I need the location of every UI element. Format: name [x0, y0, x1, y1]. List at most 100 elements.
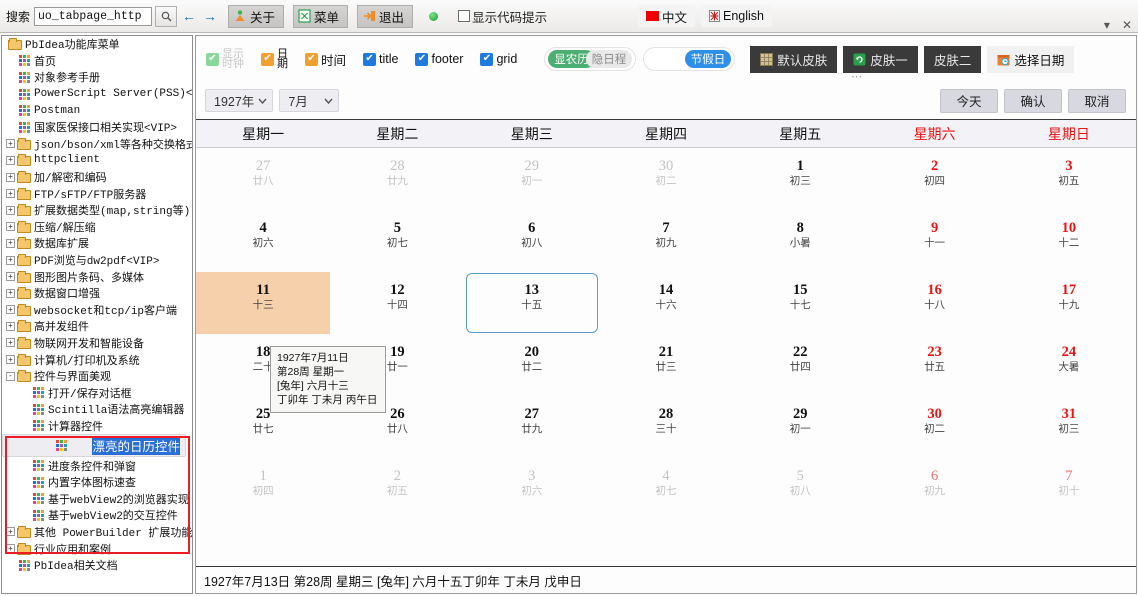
calendar-day[interactable]: 27 廿八	[196, 148, 330, 210]
tree-node[interactable]: + websocket和tcp/ip客户端	[2, 302, 192, 319]
tree-node[interactable]: ⌐Scintilla语法高亮编辑器	[2, 401, 192, 418]
expand-icon[interactable]: +	[6, 272, 15, 282]
expand-icon[interactable]: +	[6, 355, 15, 365]
tree-node[interactable]: ⌐对象参考手册	[2, 69, 192, 86]
tree-node[interactable]: + 图形图片条码、多媒体	[2, 268, 192, 285]
tree-node[interactable]: + 物联网开发和智能设备	[2, 335, 192, 352]
calendar-day[interactable]: 12 十四	[330, 272, 464, 334]
calendar-day[interactable]: 5 初八	[733, 458, 867, 520]
year-select[interactable]: 1927年	[205, 89, 274, 112]
calendar-day[interactable]: 1 初四	[196, 458, 330, 520]
tree-node[interactable]: + 计算机/打印机及系统	[2, 351, 192, 368]
lang-english-button[interactable]: English	[701, 5, 773, 27]
expand-icon[interactable]: +	[6, 222, 15, 232]
calendar-day[interactable]: 16 十八	[867, 272, 1001, 334]
tree-node[interactable]: + PDF浏览与dw2pdf<VIP>	[2, 252, 192, 269]
calendar-day-selected[interactable]: 11 十三	[196, 272, 331, 334]
tree-node[interactable]: + 其他 PowerBuilder 扩展功能	[2, 524, 192, 541]
calendar-day[interactable]: 29 初一	[465, 148, 599, 210]
expand-icon[interactable]: +	[6, 139, 15, 149]
skin-button-3[interactable]: 皮肤二	[923, 45, 982, 73]
tree-node[interactable]: + 数据库扩展	[2, 235, 192, 252]
calendar-day[interactable]: 24 大暑	[1002, 334, 1136, 396]
calendar-day[interactable]: 28 三十	[599, 396, 733, 458]
tree-node[interactable]: + 加/解密和编码	[2, 169, 192, 186]
back-arrow-icon[interactable]: ←	[180, 6, 198, 27]
tree-node[interactable]: ⌐PowerScript Server(PSS)<VIP>	[2, 86, 192, 103]
forward-arrow-icon[interactable]: →	[201, 6, 219, 27]
option-checkbox-2[interactable]: ✔ 日期	[261, 49, 288, 70]
skin-button-2[interactable]: 皮肤一	[843, 45, 918, 73]
tree-node[interactable]: + json/bson/xml等各种交换格式	[2, 136, 192, 153]
calendar-day[interactable]: 28 廿九	[330, 148, 464, 210]
skin-button-1[interactable]: 默认皮肤	[750, 45, 838, 73]
minimize-icon[interactable]: ▾	[1104, 18, 1110, 32]
calendar-day[interactable]: 7 初九	[599, 210, 733, 272]
skin-button-4[interactable]: 选择日期	[987, 45, 1075, 73]
calendar-day-grid[interactable]: 27 廿八 28 廿九 29 初一 30 初二 1 初三 2 初四 3 初五 4 初六 5 初七 6 初八 7 初九 8 小暑…	[196, 148, 1136, 520]
tree-node[interactable]: ⌐国家医保接口相关实现<VIP>	[2, 119, 192, 136]
option-checkbox-3[interactable]: ✔ 时间	[305, 50, 346, 69]
tree-node[interactable]: ⌐基于webView2的浏览器实现	[2, 490, 192, 507]
tree-node[interactable]: + 压缩/解压缩	[2, 219, 192, 236]
expand-icon[interactable]: +	[6, 155, 15, 165]
calendar-day[interactable]: 20 廿二	[465, 334, 599, 396]
option-checkbox-4[interactable]: ✔ title	[363, 52, 398, 66]
toggle-switch-2[interactable]: 节假日	[643, 47, 736, 71]
calendar-day[interactable]: 2 初四	[867, 148, 1001, 210]
calendar-day[interactable]: 30 初二	[867, 396, 1001, 458]
calendar-day[interactable]: 22 廿四	[733, 334, 867, 396]
calendar-day[interactable]: 8 小暑	[733, 210, 867, 272]
calendar-day[interactable]: 31 初三	[1002, 396, 1136, 458]
tree-node[interactable]: ⌐PbIdea相关文档	[2, 557, 192, 574]
tree-node[interactable]: + 高并发组件	[2, 318, 192, 335]
calendar-day[interactable]: 6 初九	[867, 458, 1001, 520]
calendar-day[interactable]: 14 十六	[599, 272, 733, 334]
calendar-day[interactable]: 9 十一	[867, 210, 1001, 272]
calendar-day[interactable]: 3 初六	[465, 458, 599, 520]
tree-node[interactable]: ⌐基于webView2的交互控件	[2, 507, 192, 524]
exit-button[interactable]: 退出	[357, 4, 414, 28]
tree-node[interactable]: ⌐计算器控件	[2, 418, 192, 435]
calendar-day[interactable]: 4 初七	[599, 458, 733, 520]
expand-icon[interactable]: +	[6, 321, 15, 331]
search-input[interactable]	[34, 6, 153, 26]
cancel-button[interactable]: 取消	[1068, 88, 1126, 113]
show-code-hint-checkbox[interactable]: 显示代码提示	[458, 7, 547, 26]
expand-icon[interactable]: +	[6, 189, 15, 199]
tree-node[interactable]: ⌐首页	[2, 53, 192, 70]
month-select[interactable]: 7月	[279, 89, 340, 112]
tree-node[interactable]: + 数据窗口增强	[2, 285, 192, 302]
calendar-day[interactable]: 7 初十	[1002, 458, 1136, 520]
calendar-day[interactable]: 21 廿三	[599, 334, 733, 396]
about-button[interactable]: 关于	[228, 4, 285, 28]
expand-icon[interactable]: +	[6, 238, 15, 248]
calendar-day[interactable]: 4 初六	[196, 210, 330, 272]
expand-icon[interactable]: +	[6, 338, 15, 348]
menu-button[interactable]: 菜单	[293, 4, 349, 28]
expand-icon[interactable]: +	[6, 172, 15, 182]
tree-node[interactable]: + 行业应用和案例	[2, 540, 192, 557]
calendar-day[interactable]: 6 初八	[465, 210, 599, 272]
calendar-day[interactable]: 23 廿五	[867, 334, 1001, 396]
calendar-day[interactable]: 1 初三	[733, 148, 867, 210]
expand-icon[interactable]: +	[6, 305, 15, 315]
option-checkbox-6[interactable]: ✔ grid	[480, 52, 517, 66]
tree-node[interactable]: ⌐Postman	[2, 102, 192, 119]
expand-icon[interactable]: +	[6, 544, 15, 554]
calendar-day-today[interactable]: 13 十五	[465, 272, 599, 334]
option-checkbox-5[interactable]: ✔ footer	[415, 52, 463, 66]
calendar-day[interactable]: 2 初五	[330, 458, 464, 520]
calendar-day[interactable]: 30 初二	[599, 148, 733, 210]
expand-icon[interactable]: +	[6, 205, 15, 215]
tree-node-selected[interactable]: ⌐漂亮的日历控件	[2, 434, 186, 458]
today-button[interactable]: 今天	[940, 88, 998, 113]
search-icon[interactable]	[155, 5, 178, 27]
tree-node[interactable]: ⌐进度条控件和弹窗	[2, 457, 192, 474]
calendar-day[interactable]: 15 十七	[733, 272, 867, 334]
tree-node[interactable]: + 扩展数据类型(map,string等)	[2, 202, 192, 219]
tree-node[interactable]: + FTP/sFTP/FTP服务器	[2, 185, 192, 202]
calendar-day[interactable]: 29 初一	[733, 396, 867, 458]
calendar-day[interactable]: 27 廿九	[465, 396, 599, 458]
confirm-button[interactable]: 确认	[1004, 88, 1062, 113]
